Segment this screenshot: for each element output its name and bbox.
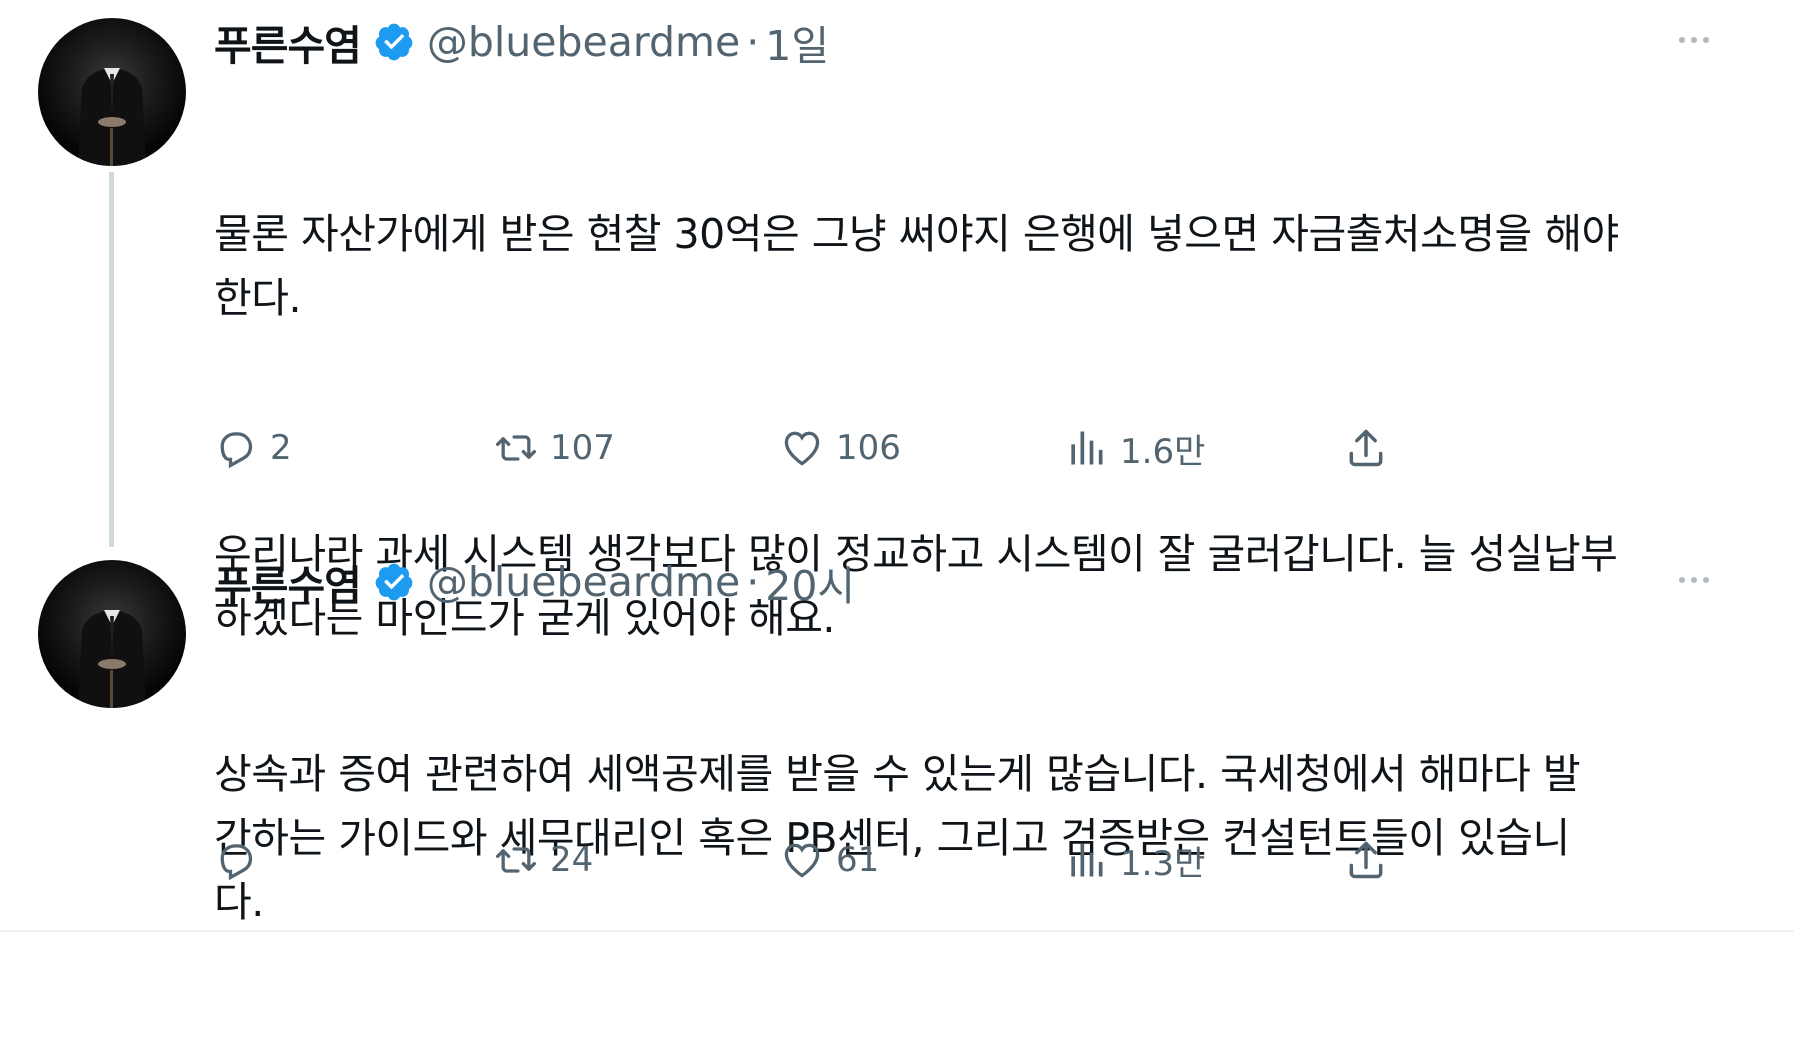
avatar-image-icon (78, 610, 146, 708)
reply-icon (220, 432, 253, 469)
retweet-icon (496, 847, 536, 873)
share-icon (1349, 841, 1383, 879)
retweet-icon (496, 435, 536, 461)
tweet-header: 푸른수염 @bluebeardme · 1일 (214, 14, 829, 70)
avatar[interactable] (38, 18, 186, 166)
separator-dot: · (746, 558, 760, 606)
user-handle[interactable]: @bluebeardme (427, 18, 740, 66)
avatar[interactable] (38, 560, 186, 708)
tweet-paragraph: 물론 자산가에게 받은 현찰 30억은 그냥 써야지 은행에 넣으면 자금출처소… (214, 210, 1619, 322)
views-chart-icon (1071, 843, 1103, 877)
avatar-image-icon (78, 68, 146, 166)
views-chart-icon (1071, 431, 1103, 465)
like-count: 106 (836, 428, 901, 468)
retweet-count: 107 (550, 428, 615, 468)
views-count: 1.6만 (1120, 431, 1206, 472)
tweet[interactable]: 푸른수염 @bluebeardme · 20시 상속과 증여 관련하여 세액공제… (0, 540, 1794, 930)
tweet[interactable]: 푸른수염 @bluebeardme · 1일 물론 자산가에게 받은 현찰 30… (0, 0, 1794, 642)
user-handle[interactable]: @bluebeardme (427, 558, 740, 606)
timestamp[interactable]: 1일 (765, 12, 829, 72)
timestamp[interactable]: 20시 (765, 552, 855, 612)
verified-badge-icon (375, 563, 413, 601)
heart-icon (784, 431, 820, 466)
action-bar: 2 107 106 1.6만 (214, 418, 1454, 478)
more-horizontal-icon[interactable] (1674, 568, 1714, 592)
separator-dot: · (746, 18, 760, 66)
retweet-button[interactable]: 24 (494, 830, 593, 890)
views-button[interactable]: 1.3만 (1064, 830, 1205, 890)
tweet-divider (0, 930, 1794, 932)
retweet-button[interactable]: 107 (494, 418, 615, 478)
tweet-header: 푸른수염 @bluebeardme · 20시 (214, 554, 855, 610)
display-name[interactable]: 푸른수염 (214, 552, 362, 612)
action-bar: 24 61 1.3만 (214, 830, 1454, 890)
heart-icon (784, 843, 820, 878)
like-button[interactable]: 61 (780, 830, 879, 890)
views-count: 1.3만 (1120, 843, 1206, 884)
reply-button[interactable]: 2 (214, 418, 292, 478)
share-button[interactable] (1344, 418, 1388, 478)
more-horizontal-icon[interactable] (1674, 28, 1714, 52)
verified-badge-icon (375, 23, 413, 61)
thread-connector-line (109, 172, 114, 547)
reply-button[interactable] (214, 830, 270, 890)
like-count: 61 (836, 840, 880, 880)
share-button[interactable] (1344, 830, 1388, 890)
reply-icon (220, 844, 253, 881)
retweet-count: 24 (550, 840, 594, 880)
display-name[interactable]: 푸른수염 (214, 12, 362, 72)
like-button[interactable]: 106 (780, 418, 901, 478)
share-icon (1349, 429, 1383, 467)
views-button[interactable]: 1.6만 (1064, 418, 1205, 478)
reply-count: 2 (270, 428, 292, 468)
